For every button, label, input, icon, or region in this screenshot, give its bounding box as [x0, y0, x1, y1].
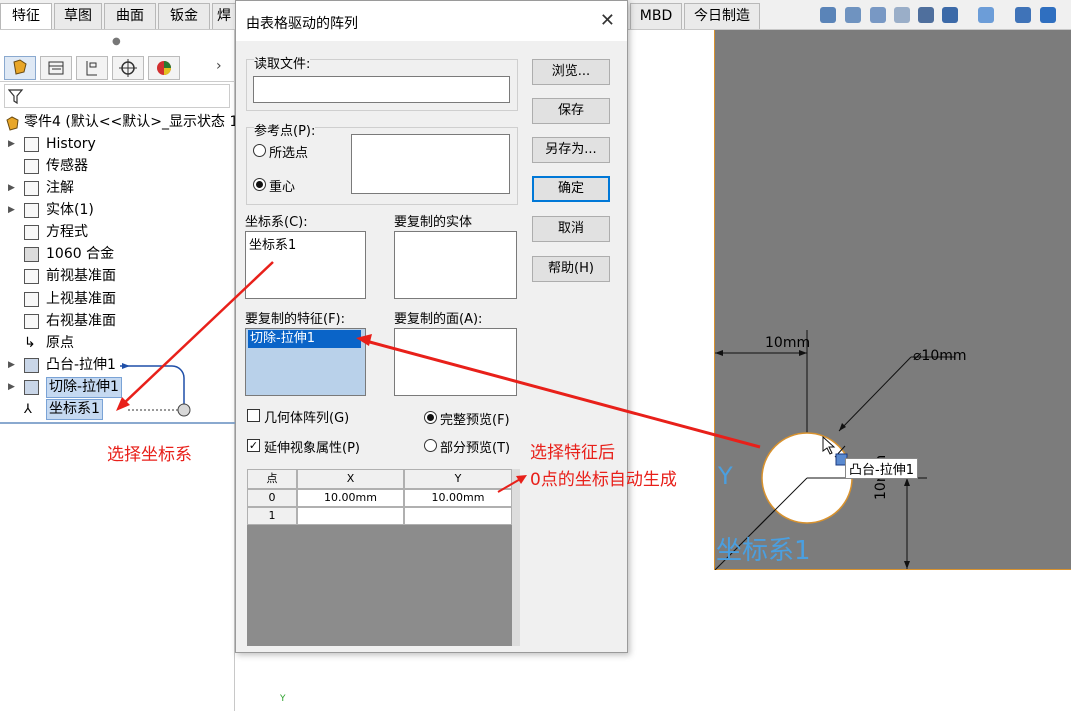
- table-header-x: X: [297, 469, 404, 489]
- radio-selected-point-label: 所选点: [269, 146, 309, 161]
- graphics-area[interactable]: 10mm ⌀10mm 10mm 凸台-拉伸1 Y: [714, 30, 1071, 570]
- coordinate-system-list[interactable]: 坐标系1: [245, 231, 366, 299]
- rollback-bar[interactable]: [0, 422, 235, 424]
- radio-centroid-label: 重心: [269, 180, 296, 195]
- read-file-label: 读取文件:: [254, 53, 311, 72]
- dimension-horizontal[interactable]: 10mm: [765, 335, 810, 351]
- dialog-titlebar: 由表格驱动的阵列 ✕: [236, 1, 627, 41]
- bodies-to-copy-list[interactable]: [394, 231, 517, 299]
- parent-child-relation-lines: [120, 363, 191, 417]
- table-row-index: 1: [247, 507, 297, 525]
- cancel-button[interactable]: 取消: [532, 216, 610, 242]
- faces-to-copy-label: 要复制的面(A):: [394, 312, 483, 327]
- browse-button[interactable]: 浏览...: [532, 59, 610, 85]
- edit-appearance-icon[interactable]: [1040, 7, 1056, 23]
- propagate-visual-checkbox[interactable]: ✓: [247, 439, 260, 452]
- read-file-input[interactable]: [253, 76, 510, 103]
- feature-manager-panel: ● › 零件4 (默认<<默认>_显示状态 1 ▶ History 传感器 ▶ …: [0, 30, 238, 711]
- table-cell-y[interactable]: 10.00mm: [404, 489, 512, 507]
- features-to-copy-list[interactable]: 切除-拉伸1: [245, 328, 366, 396]
- geometry-pattern-label: 几何体阵列(G): [264, 411, 350, 426]
- close-icon[interactable]: ✕: [600, 10, 615, 31]
- section-view-icon[interactable]: [894, 7, 910, 23]
- geometry-pattern-checkbox[interactable]: [247, 409, 260, 422]
- coordinate-system-label[interactable]: 坐标系1: [716, 530, 811, 567]
- tab-sketch[interactable]: 草图: [54, 3, 102, 29]
- annotation-auto-generated: 0点的坐标自动生成: [530, 470, 677, 490]
- zoom-area-icon[interactable]: [845, 7, 861, 23]
- help-button[interactable]: 帮助(H): [532, 256, 610, 282]
- radio-centroid[interactable]: [253, 178, 266, 191]
- full-preview-label: 完整预览(F): [440, 413, 510, 428]
- zoom-fit-icon[interactable]: [820, 7, 836, 23]
- tab-features[interactable]: 特征: [0, 3, 52, 29]
- ok-button[interactable]: 确定: [532, 176, 610, 202]
- reference-point-list[interactable]: [351, 134, 510, 194]
- feature-tooltip: 凸台-拉伸1: [845, 458, 918, 479]
- table-header-point: 点: [247, 469, 297, 489]
- display-style-icon[interactable]: [978, 7, 994, 23]
- faces-to-copy-list[interactable]: [394, 328, 517, 396]
- dimension-diameter[interactable]: ⌀10mm: [913, 348, 967, 364]
- table-scrollbar[interactable]: [512, 469, 520, 646]
- reference-point-label: 参考点(P):: [254, 120, 316, 139]
- dialog-title: 由表格驱动的阵列: [246, 16, 358, 32]
- tab-sheet-metal[interactable]: 钣金: [158, 3, 210, 29]
- tab-surfaces[interactable]: 曲面: [104, 3, 156, 29]
- tab-mbd[interactable]: MBD: [630, 3, 682, 29]
- table-row-index: 0: [247, 489, 297, 507]
- table-cell-x[interactable]: 10.00mm: [297, 489, 404, 507]
- features-to-copy-item[interactable]: 切除-拉伸1: [248, 330, 361, 348]
- bodies-to-copy-label: 要复制的实体: [394, 215, 473, 230]
- annotation-select-feature: 选择特征后: [530, 443, 615, 463]
- table-header-y: Y: [404, 469, 512, 489]
- tab-weldments[interactable]: 焊: [212, 3, 236, 29]
- dynamic-annotation-icon[interactable]: [918, 7, 934, 23]
- hide-show-icon[interactable]: [1015, 7, 1031, 23]
- save-button[interactable]: 保存: [532, 98, 610, 124]
- table-driven-pattern-dialog: 由表格驱动的阵列 ✕ 读取文件: 参考点(P): 所选点 重心 坐标系(C): …: [235, 0, 628, 653]
- features-to-copy-label: 要复制的特征(F):: [245, 312, 346, 327]
- tab-manufacturing[interactable]: 今日制造: [684, 3, 760, 29]
- app-window: 特征 草图 曲面 钣金 焊 MBD 今日制造 ● › 零件4 (默认<<默认>_…: [0, 0, 1071, 711]
- partial-preview-label: 部分预览(T): [440, 441, 511, 456]
- annotation-select-coordinate-system: 选择坐标系: [107, 445, 192, 465]
- radio-selected-point[interactable]: [253, 144, 266, 157]
- origin-y-marker: Y: [280, 694, 286, 704]
- table-cell-y[interactable]: [404, 507, 512, 525]
- coordinate-system-item[interactable]: 坐标系1: [249, 234, 296, 253]
- point-table: 点 X Y 0 10.00mm 10.00mm 1: [247, 469, 520, 646]
- coordinate-system-label: 坐标系(C):: [245, 215, 308, 230]
- radio-partial-preview[interactable]: [424, 439, 437, 452]
- view-orientation-icon[interactable]: [942, 7, 958, 23]
- table-cell-x[interactable]: [297, 507, 404, 525]
- propagate-visual-label: 延伸视象属性(P): [264, 441, 360, 456]
- save-as-button[interactable]: 另存为...: [532, 137, 610, 163]
- previous-view-icon[interactable]: [870, 7, 886, 23]
- radio-full-preview[interactable]: [424, 411, 437, 424]
- axis-y-label: Y: [718, 462, 733, 490]
- sketch-geometry: [715, 330, 955, 570]
